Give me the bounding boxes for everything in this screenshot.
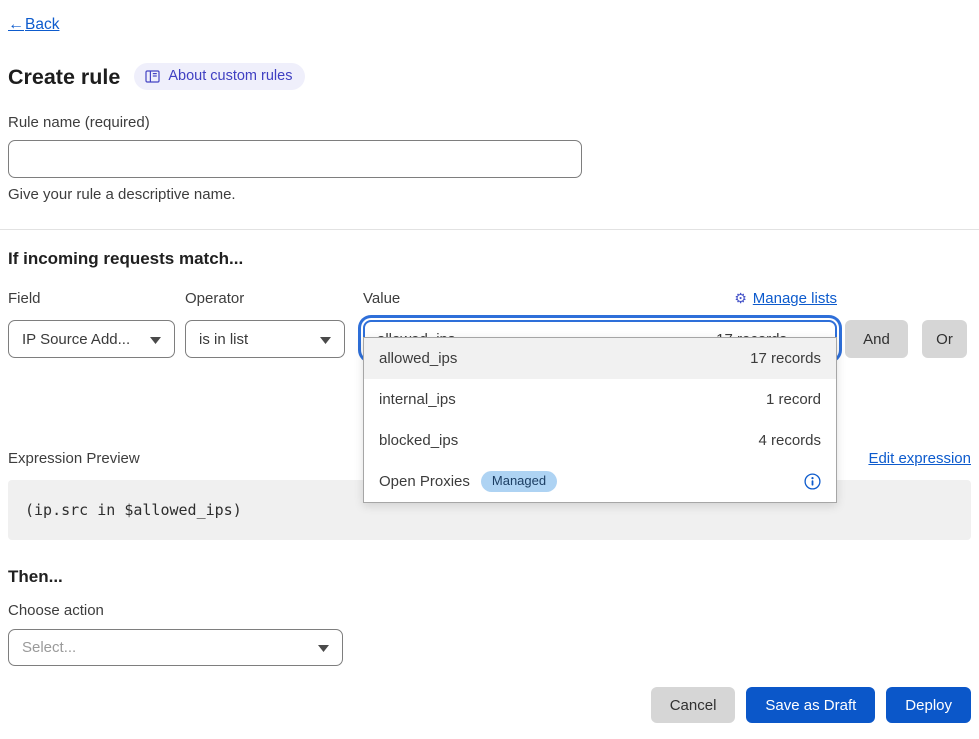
then-section-heading: Then... bbox=[8, 567, 971, 587]
page-title: Create rule bbox=[8, 64, 120, 90]
and-button[interactable]: And bbox=[845, 320, 908, 358]
field-select[interactable]: IP Source Add... bbox=[8, 320, 175, 358]
expression-code: (ip.src in $allowed_ips) bbox=[25, 501, 242, 519]
list-option-records: 17 records bbox=[750, 350, 821, 367]
list-option-allowed-ips[interactable]: allowed_ips 17 records bbox=[364, 338, 836, 379]
list-option-internal-ips[interactable]: internal_ips 1 record bbox=[364, 379, 836, 420]
value-column: Value ⚙ Manage lists allowed_ips 17 reco… bbox=[363, 290, 837, 358]
chevron-down-icon bbox=[150, 331, 161, 348]
back-link-label: Back bbox=[25, 16, 59, 33]
list-option-open-proxies[interactable]: Open Proxies Managed bbox=[364, 461, 836, 502]
manage-lists-label: Manage lists bbox=[753, 290, 837, 308]
list-option-name: blocked_ips bbox=[379, 432, 458, 449]
operator-select-value: is in list bbox=[199, 331, 248, 348]
save-as-draft-button[interactable]: Save as Draft bbox=[746, 687, 875, 723]
rule-name-helper: Give your rule a descriptive name. bbox=[8, 186, 971, 203]
field-select-value: IP Source Add... bbox=[22, 331, 130, 348]
chevron-down-icon bbox=[320, 331, 331, 348]
back-link[interactable]: ←Back bbox=[8, 16, 59, 33]
field-label: Field bbox=[8, 290, 175, 308]
manage-lists-link[interactable]: ⚙ Manage lists bbox=[734, 290, 837, 308]
value-label: Value bbox=[363, 290, 400, 308]
list-option-name: Open Proxies bbox=[379, 473, 470, 490]
book-icon bbox=[145, 70, 160, 83]
list-option-left: Open Proxies Managed bbox=[379, 471, 557, 492]
cancel-button[interactable]: Cancel bbox=[651, 687, 736, 723]
list-option-blocked-ips[interactable]: blocked_ips 4 records bbox=[364, 420, 836, 461]
footer-actions: Cancel Save as Draft Deploy bbox=[8, 687, 971, 723]
operator-label: Operator bbox=[185, 290, 345, 308]
field-column: Field IP Source Add... bbox=[8, 290, 175, 358]
expression-preview-label: Expression Preview bbox=[8, 450, 140, 467]
chevron-down-icon bbox=[318, 639, 329, 656]
action-select-placeholder: Select... bbox=[22, 639, 76, 656]
create-rule-page: ←Back Create rule About custom rules Rul… bbox=[0, 0, 979, 739]
list-option-records: 4 records bbox=[758, 432, 821, 449]
managed-badge: Managed bbox=[481, 471, 557, 492]
match-section-heading: If incoming requests match... bbox=[8, 249, 971, 269]
condition-row: Field IP Source Add... Operator is in li… bbox=[8, 290, 971, 358]
andor-buttons: And Or bbox=[845, 320, 967, 358]
about-custom-rules-link[interactable]: About custom rules bbox=[134, 63, 305, 90]
choose-action-label: Choose action bbox=[8, 602, 971, 619]
deploy-button[interactable]: Deploy bbox=[886, 687, 971, 723]
list-option-records: 1 record bbox=[766, 391, 821, 408]
back-arrow-icon: ← bbox=[8, 16, 24, 33]
section-divider bbox=[0, 229, 979, 230]
back-row: ←Back bbox=[8, 16, 971, 34]
value-dropdown-panel: allowed_ips 17 records internal_ips 1 re… bbox=[363, 337, 837, 503]
rule-name-input[interactable] bbox=[8, 140, 582, 178]
operator-select[interactable]: is in list bbox=[185, 320, 345, 358]
list-option-name: internal_ips bbox=[379, 391, 456, 408]
info-icon[interactable] bbox=[804, 473, 821, 490]
about-custom-rules-label: About custom rules bbox=[168, 68, 292, 84]
gear-icon: ⚙ bbox=[734, 290, 747, 308]
edit-expression-link[interactable]: Edit expression bbox=[868, 450, 971, 467]
list-option-name: allowed_ips bbox=[379, 350, 457, 367]
title-row: Create rule About custom rules bbox=[8, 63, 971, 90]
rule-name-label: Rule name (required) bbox=[8, 114, 971, 131]
operator-column: Operator is in list bbox=[185, 290, 345, 358]
value-label-row: Value ⚙ Manage lists bbox=[363, 290, 837, 308]
action-select[interactable]: Select... bbox=[8, 629, 343, 666]
or-button[interactable]: Or bbox=[922, 320, 967, 358]
